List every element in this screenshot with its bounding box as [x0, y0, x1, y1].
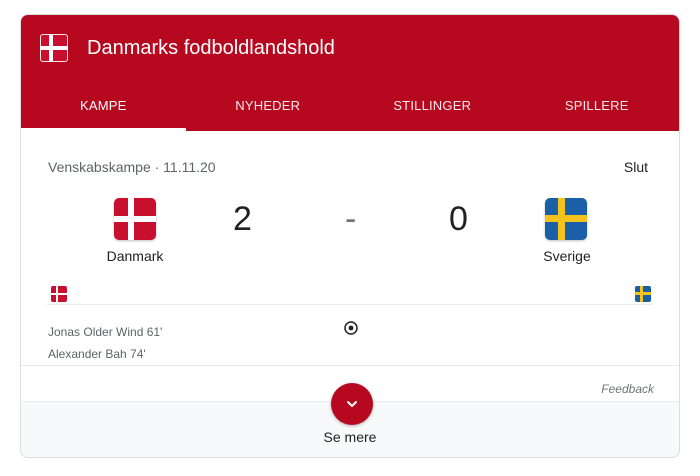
- sweden-flag-icon[interactable]: [545, 198, 587, 240]
- denmark-flag-icon[interactable]: [114, 198, 156, 240]
- chevron-down-icon: [347, 401, 357, 407]
- sweden-mini-flag-icon: [635, 286, 651, 302]
- away-team-name[interactable]: Sverige: [507, 248, 627, 264]
- team-title[interactable]: Danmarks fodboldlandshold: [87, 35, 335, 61]
- match-competition-date: Venskabskampe · 11.11.20: [48, 159, 216, 175]
- scorer-item: Jonas Older Wind 61': [48, 325, 163, 339]
- see-more-label[interactable]: Se mere: [21, 429, 679, 445]
- away-score: 0: [449, 200, 468, 238]
- score-separator: -: [345, 200, 357, 238]
- sports-card: Danmarks fodboldlandshold KAMPE NYHEDER …: [20, 14, 680, 458]
- feedback-link[interactable]: Feedback: [601, 382, 654, 396]
- tab-stillinger[interactable]: STILLINGER: [350, 87, 515, 131]
- timeline-divider: [47, 304, 653, 305]
- soccer-ball-icon: [344, 321, 358, 335]
- denmark-flag-icon: [40, 34, 68, 62]
- goal-scorers-list: Jonas Older Wind 61' Alexander Bah 74': [48, 321, 162, 365]
- tab-spillere[interactable]: SPILLERE: [515, 87, 680, 131]
- see-more-button[interactable]: [331, 383, 373, 425]
- tab-nyheder[interactable]: NYHEDER: [186, 87, 351, 131]
- card-header: Danmarks fodboldlandshold KAMPE NYHEDER …: [21, 15, 679, 131]
- denmark-mini-flag-icon: [51, 286, 67, 302]
- match-status: Slut: [623, 159, 648, 175]
- section-divider: [21, 365, 679, 366]
- home-score: 2: [233, 200, 252, 238]
- scorer-item: Alexander Bah 74': [48, 347, 146, 361]
- home-team-name[interactable]: Danmark: [75, 248, 195, 264]
- tab-bar: KAMPE NYHEDER STILLINGER SPILLERE: [21, 87, 679, 131]
- tab-kampe[interactable]: KAMPE: [21, 87, 186, 131]
